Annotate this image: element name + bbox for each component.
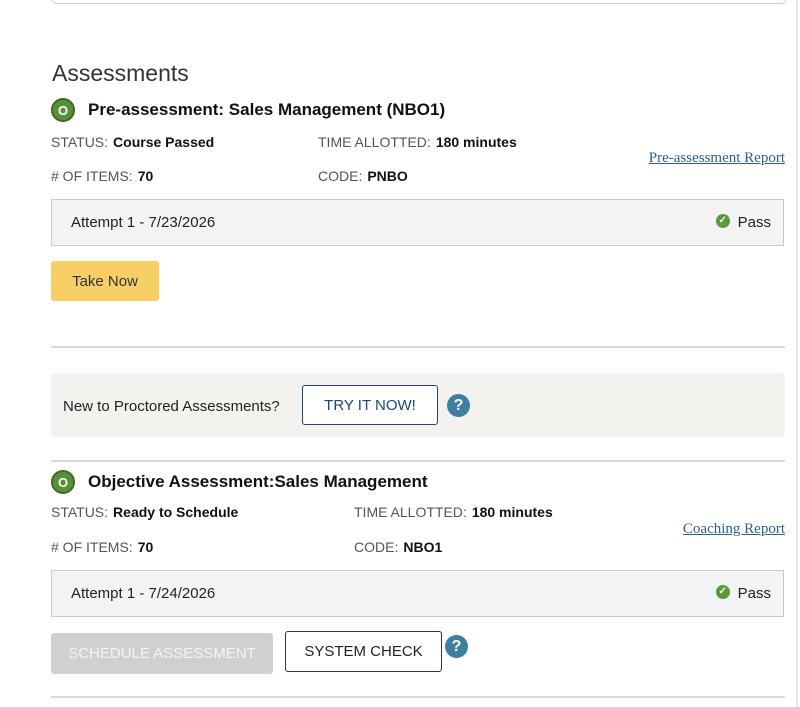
take-now-button[interactable]: Take Now xyxy=(51,261,159,301)
try-it-now-button[interactable]: TRY IT NOW! xyxy=(302,385,438,425)
status-value: Course Passed xyxy=(113,134,215,150)
attempt-result-text: Pass xyxy=(737,585,771,602)
objective-status-icon: O xyxy=(51,98,75,122)
system-check-button[interactable]: SYSTEM CHECK xyxy=(285,631,442,672)
time-value: 180 minutes xyxy=(471,504,553,520)
top-panel-edge xyxy=(51,0,787,4)
time-label: TIME ALLOTTED: xyxy=(318,134,431,150)
section-divider xyxy=(51,696,785,698)
schedule-assessment-button[interactable]: SCHEDULE ASSESSMENT xyxy=(51,633,273,674)
code-label: CODE: xyxy=(318,168,363,184)
section-title: Assessments xyxy=(52,60,189,86)
status-value: Ready to Schedule xyxy=(113,504,239,520)
right-scroll-edge xyxy=(796,0,798,707)
code-value: PNBO xyxy=(367,168,408,184)
pre-code: CODE: PNBO xyxy=(318,168,408,184)
attempt-result-text: Pass xyxy=(737,214,771,231)
help-icon[interactable]: ? xyxy=(445,635,468,658)
proctored-info-box: New to Proctored Assessments? TRY IT NOW… xyxy=(51,373,785,437)
pre-assessment-title: Pre-assessment: Sales Management (NBO1) xyxy=(88,100,446,119)
objective-time-allotted: TIME ALLOTTED: 180 minutes xyxy=(354,504,553,520)
objective-attempt-row: Attempt 1 - 7/24/2026 ✓ Pass xyxy=(51,570,784,617)
code-label: CODE: xyxy=(354,539,399,555)
items-label: # OF ITEMS: xyxy=(51,168,133,184)
pre-assessment-header: O Pre-assessment: Sales Management (NBO1… xyxy=(51,98,445,122)
pre-items: # OF ITEMS: 70 xyxy=(51,168,153,184)
time-value: 180 minutes xyxy=(435,134,517,150)
pre-assessment-report-link[interactable]: Pre-assessment Report xyxy=(649,150,785,167)
attempt-result: ✓ Pass xyxy=(715,213,771,231)
attempt-result: ✓ Pass xyxy=(715,584,771,602)
status-label: STATUS: xyxy=(51,134,109,150)
attempt-label: Attempt 1 - 7/24/2026 xyxy=(71,585,216,602)
objective-items: # OF ITEMS: 70 xyxy=(51,539,153,555)
check-icon: ✓ xyxy=(715,584,730,599)
section-divider xyxy=(51,460,785,462)
items-value: 70 xyxy=(137,168,154,184)
objective-code: CODE: NBO1 xyxy=(354,539,442,555)
help-icon[interactable]: ? xyxy=(447,394,470,417)
items-label: # OF ITEMS: xyxy=(51,539,133,555)
time-label: TIME ALLOTTED: xyxy=(354,504,467,520)
items-value: 70 xyxy=(137,539,154,555)
code-value: NBO1 xyxy=(403,539,443,555)
coaching-report-link[interactable]: Coaching Report xyxy=(683,521,785,538)
proctored-prompt: New to Proctored Assessments? xyxy=(63,398,280,415)
objective-assessment-header: O Objective Assessment:Sales Management xyxy=(51,470,428,494)
check-icon: ✓ xyxy=(715,213,730,228)
objective-status-icon: O xyxy=(51,470,75,494)
pre-status: STATUS: Course Passed xyxy=(51,134,214,150)
objective-status: STATUS: Ready to Schedule xyxy=(51,504,238,520)
objective-assessment-title: Objective Assessment:Sales Management xyxy=(88,472,428,491)
attempt-label: Attempt 1 - 7/23/2026 xyxy=(71,214,216,231)
section-divider xyxy=(51,346,785,348)
pre-time-allotted: TIME ALLOTTED: 180 minutes xyxy=(318,134,517,150)
status-label: STATUS: xyxy=(51,504,109,520)
pre-attempt-row: Attempt 1 - 7/23/2026 ✓ Pass xyxy=(51,199,784,246)
